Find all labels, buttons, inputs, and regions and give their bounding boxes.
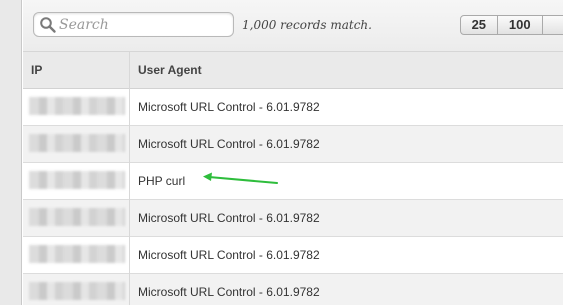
user-agent-cell: Microsoft URL Control - 6.01.9782 xyxy=(138,285,320,299)
table-row[interactable]: Microsoft URL Control - 6.01.9782 xyxy=(23,237,563,274)
redacted-ip xyxy=(29,245,125,263)
user-agent-cell: Microsoft URL Control - 6.01.9782 xyxy=(138,211,320,225)
ip-cell xyxy=(23,163,129,199)
table-row[interactable]: PHP curl xyxy=(23,163,563,200)
ip-cell xyxy=(23,126,129,162)
user-agent-cell: Microsoft URL Control - 6.01.9782 xyxy=(138,100,320,114)
search-box[interactable] xyxy=(33,12,234,37)
page-size-more-button[interactable] xyxy=(543,16,563,34)
column-header-user-agent[interactable]: User Agent xyxy=(138,52,202,89)
table-header: IP User Agent xyxy=(23,52,563,89)
user-agent-cell: Microsoft URL Control - 6.01.9782 xyxy=(138,248,320,262)
table-row[interactable]: Microsoft URL Control - 6.01.9782 xyxy=(23,200,563,237)
column-header-ip[interactable]: IP xyxy=(31,52,42,89)
page-size-selector: 25 100 xyxy=(460,15,563,35)
arrow-left-icon xyxy=(203,172,278,184)
page-size-25-button[interactable]: 25 xyxy=(461,16,498,34)
ip-cell xyxy=(23,274,129,305)
redacted-ip xyxy=(29,171,125,189)
left-sidebar-strip xyxy=(0,0,22,305)
records-count: 1,000 records match. xyxy=(242,18,372,32)
redacted-ip xyxy=(29,134,125,152)
user-agent-cell: Microsoft URL Control - 6.01.9782 xyxy=(138,137,320,151)
page-size-100-button[interactable]: 100 xyxy=(498,16,543,34)
ip-cell xyxy=(23,89,129,125)
redacted-ip xyxy=(29,208,125,226)
user-agent-cell: PHP curl xyxy=(138,174,186,188)
redacted-ip xyxy=(29,97,125,115)
column-divider xyxy=(129,52,130,305)
table-row[interactable]: Microsoft URL Control - 6.01.9782 xyxy=(23,89,563,126)
ip-cell xyxy=(23,200,129,236)
redacted-ip xyxy=(29,282,125,300)
table-toolbar: 1,000 records match. 25 100 xyxy=(23,0,563,52)
records-panel: 1,000 records match. 25 100 IP User Agen… xyxy=(23,0,563,305)
search-input[interactable] xyxy=(59,15,229,35)
table-row[interactable]: Microsoft URL Control - 6.01.9782 xyxy=(23,126,563,163)
table-row[interactable]: Microsoft URL Control - 6.01.9782 xyxy=(23,274,563,305)
search-icon xyxy=(40,17,56,33)
ip-cell xyxy=(23,237,129,273)
